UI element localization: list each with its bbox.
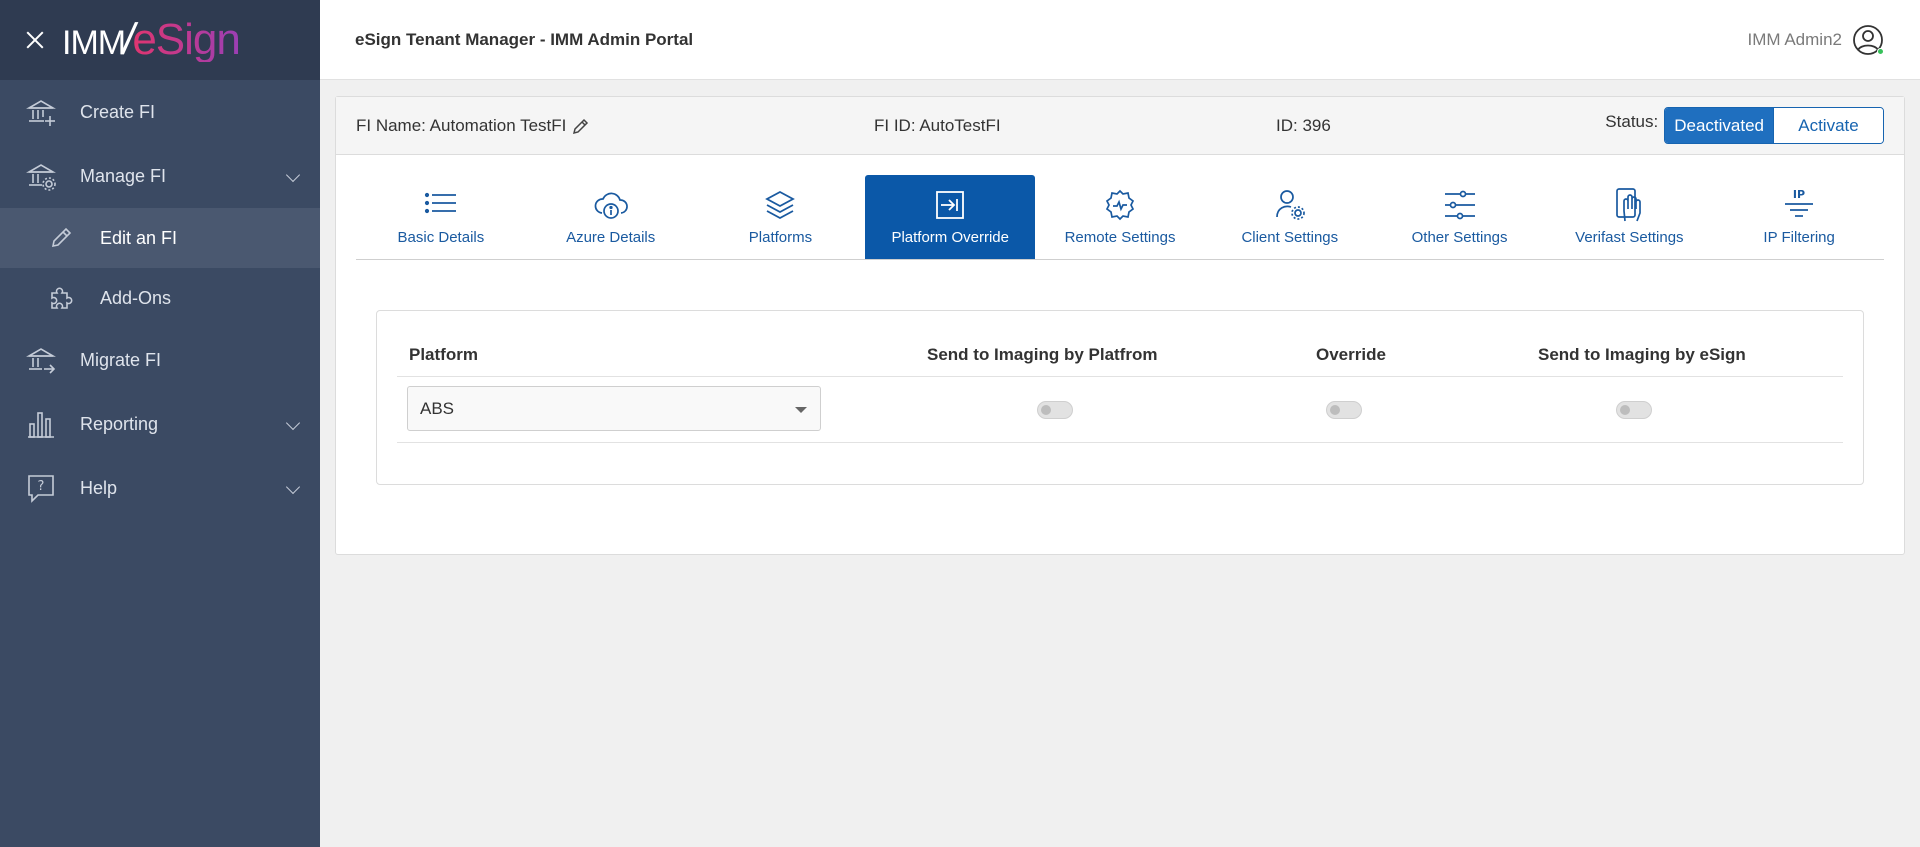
sidebar-item-migrate-fi[interactable]: Migrate FI bbox=[0, 328, 320, 392]
toggle-knob bbox=[1330, 405, 1340, 415]
platform-select[interactable]: ABS bbox=[407, 386, 821, 431]
bank-gear-icon bbox=[26, 161, 56, 191]
online-status-dot bbox=[1877, 48, 1884, 55]
tab-azure-details[interactable]: Azure Details bbox=[526, 175, 696, 259]
close-icon[interactable] bbox=[22, 27, 48, 53]
platform-select-value: ABS bbox=[420, 398, 455, 418]
edit-pencil-icon[interactable] bbox=[572, 117, 590, 135]
sidebar: IMM / eSign Create FI Manage FI Edit an … bbox=[0, 0, 320, 847]
settings-tabs: Basic Details Azure Details Platforms Pl… bbox=[356, 175, 1884, 260]
hand-phone-icon bbox=[1611, 187, 1647, 223]
caret-down-icon bbox=[795, 407, 807, 413]
fi-name-text: FI Name: Automation TestFI bbox=[356, 116, 567, 135]
ip-filter-icon: IP bbox=[1781, 187, 1817, 223]
sliders-icon bbox=[1442, 187, 1478, 223]
sidebar-item-label: Create FI bbox=[80, 101, 156, 122]
tab-label: Platforms bbox=[748, 229, 813, 246]
tab-label: Other Settings bbox=[1411, 229, 1508, 246]
fi-name: FI Name: Automation TestFI bbox=[356, 116, 590, 136]
tab-other-settings[interactable]: Other Settings bbox=[1375, 175, 1545, 259]
sidebar-item-help[interactable]: ? Help bbox=[0, 456, 320, 520]
fi-card: FI Name: Automation TestFI FI ID: AutoTe… bbox=[335, 96, 1905, 555]
send-to-imaging-by-platform-toggle[interactable] bbox=[1037, 401, 1073, 419]
bank-arrow-icon bbox=[26, 345, 56, 375]
tab-label: IP Filtering bbox=[1763, 229, 1835, 246]
sidebar-item-label: Manage FI bbox=[80, 165, 167, 186]
pencil-icon bbox=[48, 225, 74, 251]
bank-plus-icon bbox=[26, 97, 56, 127]
tab-verifast-settings[interactable]: Verifast Settings bbox=[1544, 175, 1714, 259]
deactivated-button[interactable]: Deactivated bbox=[1665, 108, 1773, 143]
tab-label: Azure Details bbox=[566, 229, 656, 246]
tab-label: Verifast Settings bbox=[1575, 229, 1684, 246]
page-title: eSign Tenant Manager - IMM Admin Portal bbox=[355, 29, 694, 49]
status-control: Status: Deactivated Activate bbox=[1605, 107, 1884, 144]
fi-header: FI Name: Automation TestFI FI ID: AutoTe… bbox=[336, 97, 1904, 155]
svg-text:?: ? bbox=[38, 479, 45, 494]
column-header-send-by-platform: Send to Imaging by Platfrom bbox=[927, 345, 1158, 364]
tab-label: Basic Details bbox=[397, 229, 485, 246]
sidebar-item-add-ons[interactable]: Add-Ons bbox=[0, 268, 320, 328]
sidebar-item-edit-an-fi[interactable]: Edit an FI bbox=[0, 208, 320, 268]
arrow-into-box-icon bbox=[932, 187, 968, 223]
fi-id: FI ID: AutoTestFI bbox=[874, 116, 1001, 135]
column-header-override: Override bbox=[1316, 345, 1386, 364]
tab-basic-details[interactable]: Basic Details bbox=[356, 175, 526, 259]
column-header-platform: Platform bbox=[409, 345, 478, 364]
override-toggle[interactable] bbox=[1326, 401, 1362, 419]
top-bar: eSign Tenant Manager - IMM Admin Portal … bbox=[320, 0, 1920, 80]
table-header-row: Platform Send to Imaging by Platfrom Ove… bbox=[397, 343, 1843, 377]
user-menu[interactable]: IMM Admin2 bbox=[1748, 24, 1884, 56]
tab-ip-filtering[interactable]: IP IP Filtering bbox=[1714, 175, 1884, 259]
toggle-knob bbox=[1041, 405, 1051, 415]
logo-bar: IMM / eSign bbox=[0, 0, 320, 80]
sidebar-item-manage-fi[interactable]: Manage FI bbox=[0, 144, 320, 208]
user-gear-icon bbox=[1272, 187, 1308, 223]
help-bubble-icon: ? bbox=[26, 473, 56, 503]
chevron-down-icon bbox=[285, 167, 301, 183]
platform-override-table: Platform Send to Imaging by Platfrom Ove… bbox=[376, 310, 1864, 485]
status-toggle-group: Deactivated Activate bbox=[1664, 107, 1884, 144]
tab-label: Client Settings bbox=[1241, 229, 1339, 246]
user-name: IMM Admin2 bbox=[1747, 30, 1842, 49]
logo-imm-text: IMM bbox=[62, 24, 126, 62]
chevron-down-icon bbox=[285, 415, 301, 431]
sidebar-item-label: Migrate FI bbox=[80, 349, 162, 370]
user-avatar-icon[interactable] bbox=[1852, 24, 1884, 56]
activate-button[interactable]: Activate bbox=[1773, 108, 1883, 143]
sidebar-item-reporting[interactable]: Reporting bbox=[0, 392, 320, 456]
status-label: Status: bbox=[1605, 111, 1659, 131]
svg-text:IP: IP bbox=[1793, 188, 1805, 201]
column-header-send-by-esign: Send to Imaging by eSign bbox=[1538, 345, 1746, 364]
sidebar-item-label: Reporting bbox=[80, 413, 159, 434]
fi-numeric-id: ID: 396 bbox=[1276, 116, 1331, 135]
cloud-info-icon bbox=[593, 187, 629, 223]
logo-esign-text: eSign bbox=[132, 15, 241, 64]
tab-label: Platform Override bbox=[891, 229, 1009, 246]
sidebar-item-label: Help bbox=[80, 477, 118, 498]
sidebar-item-create-fi[interactable]: Create FI bbox=[0, 80, 320, 144]
list-icon bbox=[423, 187, 459, 223]
toggle-knob bbox=[1620, 405, 1630, 415]
chevron-down-icon bbox=[285, 479, 301, 495]
table-row: ABS bbox=[397, 377, 1843, 443]
tab-platforms[interactable]: Platforms bbox=[696, 175, 866, 259]
bar-chart-icon bbox=[26, 409, 56, 439]
gear-signal-icon bbox=[1102, 187, 1138, 223]
tab-label: Remote Settings bbox=[1064, 229, 1176, 246]
sidebar-item-label: Edit an FI bbox=[100, 227, 178, 248]
tab-client-settings[interactable]: Client Settings bbox=[1205, 175, 1375, 259]
sidebar-item-label: Add-Ons bbox=[100, 287, 172, 308]
layers-icon bbox=[762, 187, 798, 223]
send-to-imaging-by-esign-toggle[interactable] bbox=[1616, 401, 1652, 419]
tab-remote-settings[interactable]: Remote Settings bbox=[1035, 175, 1205, 259]
tab-platform-override[interactable]: Platform Override bbox=[865, 175, 1036, 259]
imm-esign-logo: IMM / eSign bbox=[62, 15, 241, 64]
puzzle-icon bbox=[48, 285, 74, 311]
